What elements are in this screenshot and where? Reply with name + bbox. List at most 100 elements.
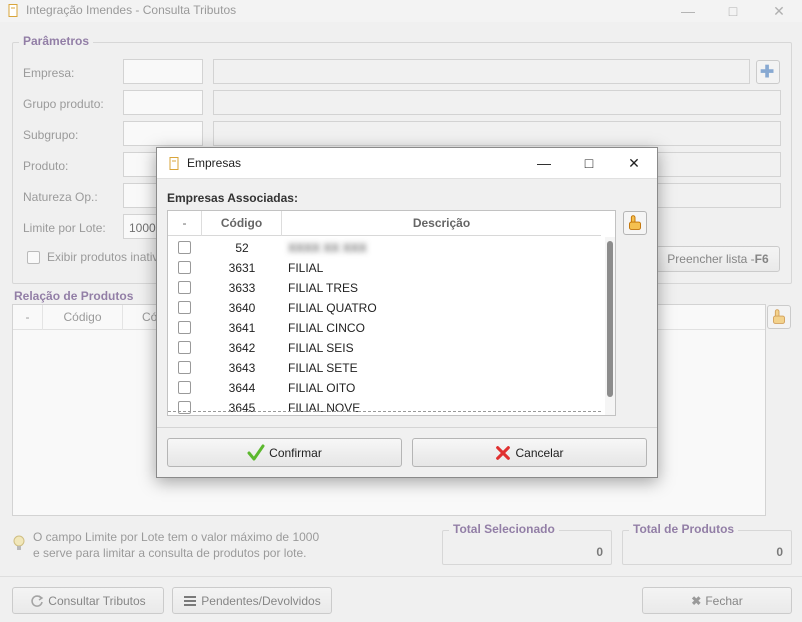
maximize-icon[interactable]: □: [721, 2, 745, 20]
row-checkbox[interactable]: [178, 361, 191, 374]
exibir-inativos-checkbox[interactable]: [27, 251, 40, 264]
table-row[interactable]: 3644 FILIAL OITO: [168, 378, 601, 398]
empresas-associadas-label: Empresas Associadas:: [167, 191, 298, 205]
cancelar-button[interactable]: Cancelar: [412, 438, 647, 467]
close-icon[interactable]: ✕: [620, 153, 648, 173]
row-checkbox[interactable]: [178, 401, 191, 414]
row-checkbox[interactable]: [178, 281, 191, 294]
empresas-dialog: Empresas — □ ✕ Empresas Associadas: - Có…: [156, 147, 658, 478]
list-icon: [184, 595, 197, 606]
produtos-export-button[interactable]: [767, 305, 791, 329]
empresas-export-button[interactable]: [623, 211, 647, 235]
document-icon: [8, 4, 18, 17]
empresa-code-input[interactable]: [123, 59, 203, 84]
fechar-button[interactable]: ✖ Fechar: [642, 587, 792, 614]
row-descricao: FILIAL SEIS: [288, 341, 354, 355]
table-row[interactable]: 3633 FILIAL TRES: [168, 278, 601, 298]
col-codigo[interactable]: Código: [202, 211, 282, 236]
grupo-label: Grupo produto:: [23, 97, 104, 111]
fechar-label: Fechar: [705, 593, 743, 608]
footer-divider: [0, 576, 802, 577]
add-empresa-button[interactable]: [756, 60, 780, 84]
scrollbar-thumb[interactable]: [607, 241, 613, 397]
row-checkbox[interactable]: [178, 341, 191, 354]
table-row[interactable]: 52 XXXX XX XXX: [168, 238, 601, 258]
maximize-icon[interactable]: □: [575, 153, 603, 173]
table-row[interactable]: 3642 FILIAL SEIS: [168, 338, 601, 358]
hand-pointer-icon: [773, 309, 785, 324]
row-descricao: FILIAL: [288, 261, 324, 275]
minimize-icon[interactable]: —: [530, 153, 558, 173]
subgrupo-label: Subgrupo:: [23, 128, 79, 142]
col-dash: -: [13, 305, 43, 330]
fechar-x-icon: ✖: [691, 593, 702, 608]
col-descricao[interactable]: Descrição: [282, 211, 601, 236]
hand-pointer-icon: [629, 215, 641, 230]
refresh-icon: [31, 594, 44, 607]
empresas-title: Empresas: [187, 156, 242, 170]
table-row[interactable]: 3645 FILIAL NOVE: [168, 398, 601, 415]
col-codigo[interactable]: Código: [43, 305, 123, 330]
consultar-tributos-button[interactable]: Consultar Tributos: [12, 587, 164, 614]
check-icon: [247, 444, 265, 460]
produto-label: Produto:: [23, 159, 69, 173]
row-checkbox[interactable]: [178, 261, 191, 274]
minimize-icon[interactable]: —: [676, 2, 700, 20]
preencher-key: F6: [754, 252, 769, 266]
grupo-desc-input: [213, 90, 781, 115]
subgrupo-desc-input: [213, 121, 781, 146]
plus-icon: [760, 64, 774, 78]
consultar-tributos-label: Consultar Tributos: [48, 593, 146, 608]
document-icon: [169, 157, 179, 170]
table-row[interactable]: 3641 FILIAL CINCO: [168, 318, 601, 338]
col-dash: -: [168, 211, 202, 236]
close-icon[interactable]: ✕: [767, 2, 791, 20]
window-title: Integração Imendes - Consulta Tributos: [26, 3, 237, 17]
total-selecionado-legend: Total Selecionado: [449, 522, 559, 536]
row-checkbox[interactable]: [178, 241, 191, 254]
grupo-code-input[interactable]: [123, 90, 203, 115]
x-icon: [496, 445, 511, 460]
exibir-inativos-label: Exibir produtos inativ: [47, 250, 159, 264]
confirmar-button[interactable]: Confirmar: [167, 438, 402, 467]
natureza-label: Natureza Op.:: [23, 190, 98, 204]
row-codigo: 3644: [228, 381, 256, 395]
table-row[interactable]: 3640 FILIAL QUATRO: [168, 298, 601, 318]
row-codigo: 3640: [228, 301, 256, 315]
empresas-grid-header: - Código Descrição: [168, 211, 601, 236]
empresas-grid-scrollbar[interactable]: [605, 237, 615, 415]
grid-bottom-edge: [168, 411, 601, 412]
pendentes-devolvidos-label: Pendentes/Devolvidos: [201, 593, 321, 608]
empresas-title-bar: Empresas — □ ✕: [157, 148, 657, 179]
confirmar-label: Confirmar: [269, 445, 322, 460]
row-descricao: FILIAL QUATRO: [288, 301, 377, 315]
row-codigo: 3633: [228, 281, 256, 295]
preencher-lista-button[interactable]: Preencher lista - F6: [656, 246, 780, 272]
row-codigo: 52: [235, 241, 249, 255]
total-selecionado-value: 0: [596, 545, 603, 559]
total-produtos-value: 0: [776, 545, 783, 559]
limite-label: Limite por Lote:: [23, 221, 106, 235]
parametros-legend: Parâmetros: [19, 34, 94, 48]
empresas-grid[interactable]: - Código Descrição 52 XXXX XX XXX 3631 F…: [167, 210, 616, 416]
row-descricao: FILIAL NOVE: [288, 401, 361, 415]
dialog-divider: [157, 427, 657, 428]
preencher-label: Preencher lista -: [667, 252, 755, 266]
subgrupo-code-input[interactable]: [123, 121, 203, 146]
row-descricao: FILIAL SETE: [288, 361, 358, 375]
row-checkbox[interactable]: [178, 381, 191, 394]
total-produtos-legend: Total de Produtos: [629, 522, 739, 536]
total-selecionado-group: Total Selecionado 0: [442, 522, 612, 565]
pendentes-devolvidos-button[interactable]: Pendentes/Devolvidos: [172, 587, 332, 614]
row-codigo: 3631: [228, 261, 256, 275]
row-checkbox[interactable]: [178, 301, 191, 314]
row-codigo: 3641: [228, 321, 256, 335]
table-row[interactable]: 3631 FILIAL: [168, 258, 601, 278]
row-checkbox[interactable]: [178, 321, 191, 334]
info-line2: e serve para limitar a consulta de produ…: [33, 546, 307, 560]
main-title-bar: Integração Imendes - Consulta Tributos —…: [0, 0, 802, 22]
lightbulb-icon: [13, 535, 25, 550]
table-row[interactable]: 3643 FILIAL SETE: [168, 358, 601, 378]
empresa-desc-input: [213, 59, 750, 84]
info-line1: O campo Limite por Lote tem o valor máxi…: [33, 530, 320, 544]
